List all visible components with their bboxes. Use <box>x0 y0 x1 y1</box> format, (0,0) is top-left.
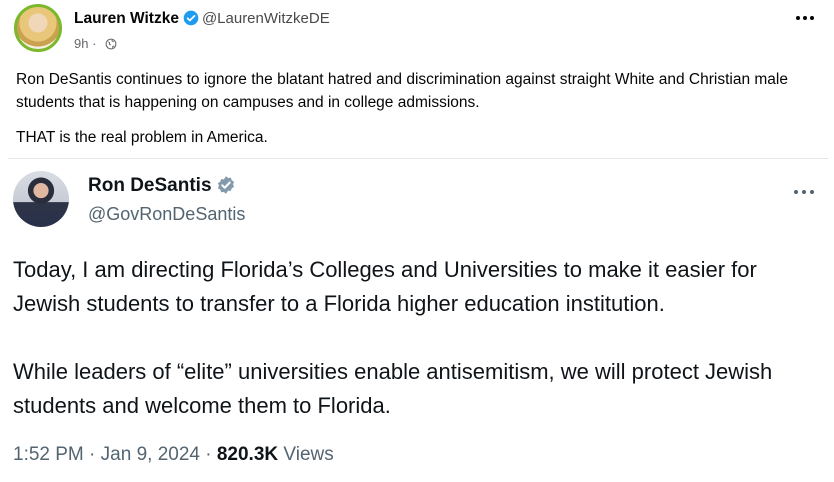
more-horizontal-icon <box>794 190 814 194</box>
post-time[interactable]: 9h <box>74 36 88 51</box>
post-more-options-button[interactable] <box>794 11 816 25</box>
post-text: Ron DeSantis continues to ignore the bla… <box>16 68 796 149</box>
quoted-author-line: Ron DeSantis <box>88 175 239 197</box>
post-meta: 9h · <box>74 36 117 51</box>
dot-separator: · <box>92 36 97 51</box>
quoted-author-handle[interactable]: @GovRonDeSantis <box>88 204 245 225</box>
author-avatar[interactable] <box>14 4 62 52</box>
quoted-paragraph: Today, I am directing Florida’s Colleges… <box>13 257 757 316</box>
quoted-time[interactable]: 1:52 PM <box>13 444 84 465</box>
post-paragraph: THAT is the real problem in America. <box>16 129 268 146</box>
verified-badge-icon <box>217 176 234 194</box>
author-line: Lauren Witzke @LaurenWitzkeDE <box>74 10 330 28</box>
quoted-more-options-button[interactable] <box>792 183 816 194</box>
quoted-tweet[interactable]: Ron DeSantis @GovRonDeSantis Today, I am… <box>0 159 834 482</box>
dot-separator: · <box>205 444 212 465</box>
author-handle[interactable]: @LaurenWitzkeDE <box>202 10 330 27</box>
verified-badge-icon <box>183 10 199 26</box>
quoted-meta: 1:52 PM · Jan 9, 2024 · 820.3K Views <box>13 444 334 466</box>
author-name[interactable]: Lauren Witzke <box>74 10 179 27</box>
globe-icon <box>105 38 117 50</box>
quoted-text: Today, I am directing Florida’s Colleges… <box>13 253 813 423</box>
post-paragraph: Ron DeSantis continues to ignore the bla… <box>16 71 788 111</box>
views-label: Views <box>283 444 334 465</box>
quoted-author-avatar[interactable] <box>13 171 69 227</box>
quoted-date[interactable]: Jan 9, 2024 <box>101 444 200 465</box>
quoted-author-name[interactable]: Ron DeSantis <box>88 175 212 196</box>
quoted-paragraph: While leaders of “elite” universities en… <box>13 359 773 418</box>
dot-separator: · <box>89 444 96 465</box>
post-header: Lauren Witzke @LaurenWitzkeDE 9h · <box>14 4 824 60</box>
views-count: 820.3K <box>216 444 279 465</box>
more-horizontal-icon <box>796 16 814 20</box>
